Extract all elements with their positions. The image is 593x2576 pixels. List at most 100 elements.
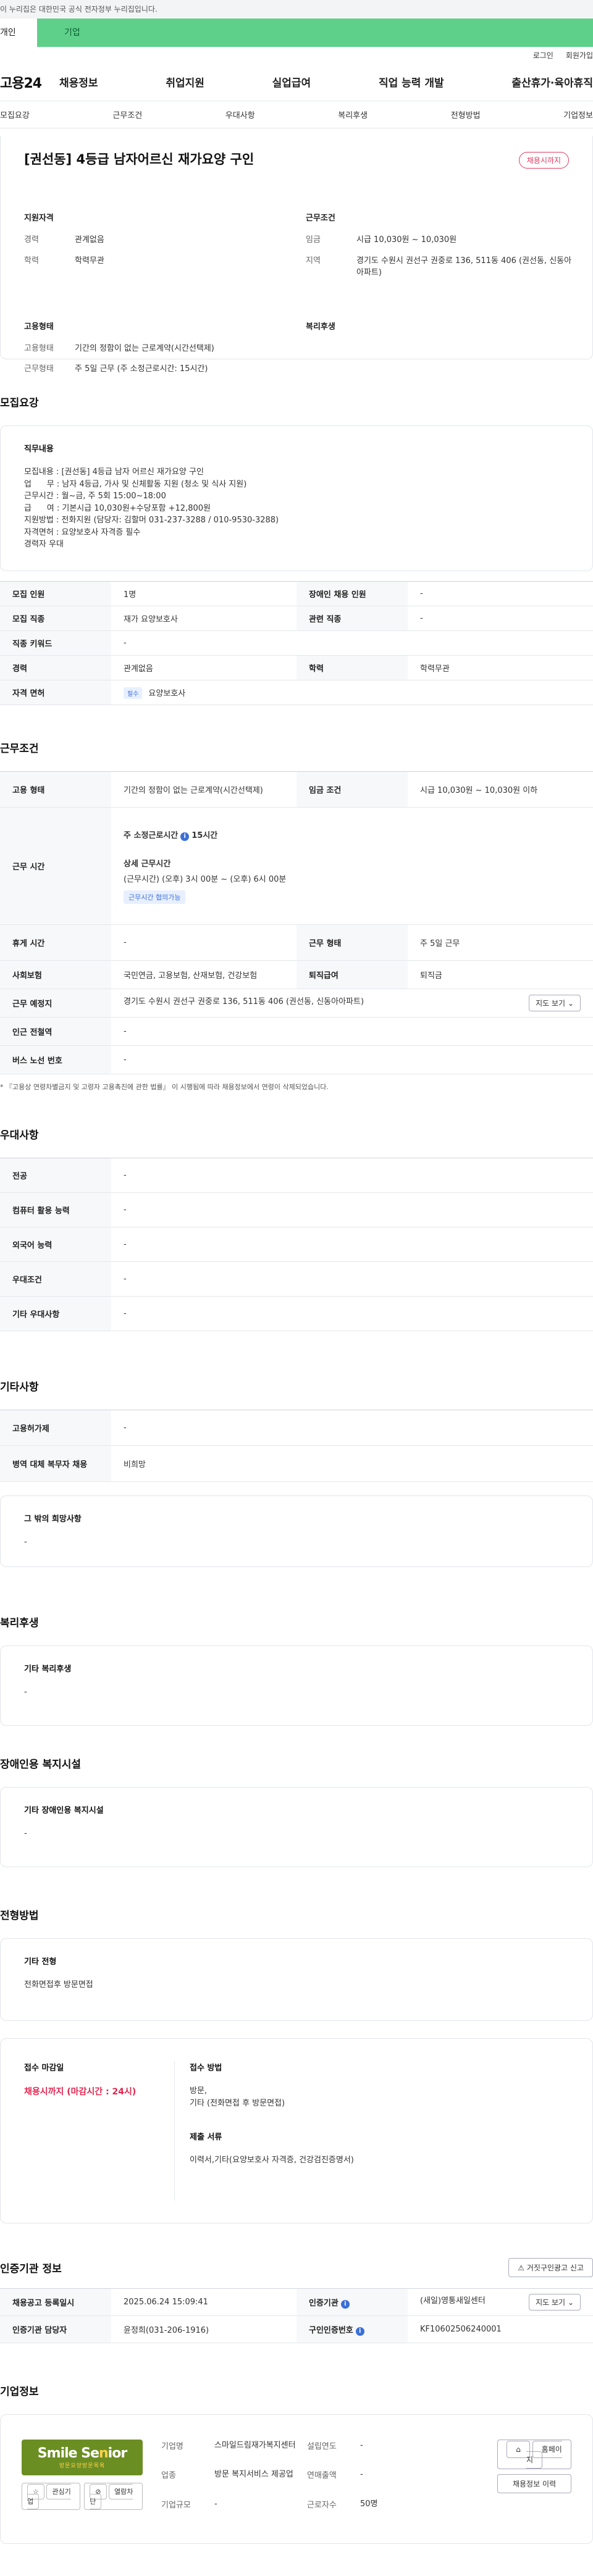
keyword-label: 직종 키워드 [0,630,111,656]
gnb-item-maternity-leave[interactable]: 출산휴가·육아휴직 [511,74,593,90]
workplace-cell: 경기도 수원시 권선구 권중로 136, 511동 406 (권선동, 신동아아… [111,989,593,1018]
pref-computer-label: 컴퓨터 활용 능력 [0,1192,111,1227]
summary-cond-heading: 근무조건 [306,214,335,223]
pref-other-value: - [111,1296,593,1331]
gnb-item-jobs[interactable]: 채용정보 [59,74,98,90]
homepage-label: 홈페이지 [526,2441,562,2469]
recruit-table: 모집 인원 1명 장애인 채용 인원 - 모집 직종 재가 요양보호사 관련 직… [0,581,593,705]
site-logo[interactable]: 고용24 [0,72,59,92]
report-false-ad-button[interactable]: ⚠ 거짓구인광고 신고 [508,2258,593,2277]
conditions-table: 고용 형태 기간의 정함이 없는 근로계약(시간선택제) 임금 조건 시급 10… [0,771,593,1074]
gnb-item-employment-support[interactable]: 취업지원 [166,74,204,90]
map-view-label: 지도 보기 [536,999,566,1008]
license-cell: 필수 요양보호사 [111,680,593,705]
tab-company[interactable]: 기업 [37,19,593,47]
workplace-value: 경기도 수원시 권선구 권중로 136, 511동 406 (권선동, 신동아아… [124,997,364,1006]
anchor-selection[interactable]: 전형방법 [451,109,481,120]
cert-contact-label: 인증기관 담당자 [0,2315,111,2343]
hours-main-label: 주 소정근로시간 [124,830,179,840]
gnb-item-unemployment-benefit[interactable]: 실업급여 [272,74,311,90]
sales-label: 연매출액 [307,2471,337,2481]
chevron-down-icon: ⌄ [567,999,574,1008]
table-row: 전공 - [0,1158,593,1193]
summary-welfare: 복리후생 [306,320,573,384]
emp-type-value: 기간의 정함이 없는 근로계약(시간선택제) [111,771,296,808]
cert-map-button[interactable]: 지도 보기 ⌄ [529,2294,581,2310]
insurance-label: 사회보험 [0,960,111,989]
summary-location-value: 경기도 수원시 권선구 권중로 136, 511동 406 (권선동, 신동아아… [356,256,572,278]
favorite-company-button[interactable]: ☆ 관심기업 [22,2483,81,2510]
job-title: [권선동] 4등급 남자어르신 재가요양 구인 [24,152,254,167]
info-icon[interactable]: i [180,832,190,841]
subway-label: 인근 전철역 [0,1017,111,1046]
cert-contact-value: 윤정희(031-206-1916) [111,2315,296,2343]
block-company-button[interactable]: ⊘ 열람차단 [84,2483,143,2510]
related-job-label: 관련 직종 [296,606,408,631]
summary-work-type-value: 주 5일 근무 (주 소정근로시간: 15시간) [75,364,208,374]
work-type-label: 근무 형태 [296,924,408,961]
industry-value: 방문 복지서비스 제공업 [214,2470,293,2480]
report-button-label: 거짓구인광고 신고 [526,2264,584,2272]
company-info-grid: 기업명 스마일드림재가복지센터 설립연도 - 업종 방문 복지서비스 제공업 연… [161,2440,453,2519]
anchor-recruit[interactable]: 모집요강 [0,109,30,120]
cert-table: 채용공고 등록일시 2025.06.24 15:09:41 인증기관 i (새일)… [0,2288,593,2343]
anchor-welfare[interactable]: 복리후생 [338,109,368,120]
facility-heading: 기타 장애인용 복지시설 [24,1806,104,1815]
anchor-conditions[interactable]: 근무조건 [112,109,142,120]
anchor-preference[interactable]: 우대사항 [225,109,255,120]
work-permit-value: - [111,1410,593,1446]
bus-value: - [111,1045,593,1074]
summary-work-type-label: 근무형태 [24,364,54,374]
retirement-value: 퇴직금 [408,960,593,989]
other-selection-card: 기타 전형 전화면접후 방문면접 [0,1938,593,2021]
application-method: 접수 방법 방문, 기타 (전화면접 후 방문면접) 제출 서류 이력서,기타(… [175,2061,354,2201]
company-name-value: 스마일드림재가복지센터 [214,2441,296,2450]
login-link[interactable]: 로그인 [533,50,553,61]
info-icon[interactable]: i [340,2299,350,2309]
company-name-label: 기업명 [161,2442,183,2451]
company-logo-actions: ☆ 관심기업 ⊘ 열람차단 [22,2483,143,2510]
break-label: 휴게 시간 [0,924,111,961]
gov-banner: 이 누리집은 대한민국 공식 전자정부 누리집입니다. [0,0,593,19]
cert-section-title: 인증기관 정보 [0,2263,62,2275]
work-permit-label: 고용허가제 [0,1410,111,1446]
cert-org-label-cell: 인증기관 i [296,2288,408,2316]
table-row: 모집 직종 재가 요양보호사 관련 직종 - [0,606,593,631]
signup-link[interactable]: 회원가입 [566,50,593,61]
work-type-value: 주 5일 근무 [408,924,593,961]
license-value: 요양보호사 [148,688,186,698]
company-card: Smile Senior 방문요양방문목욕 ☆ 관심기업 ⊘ 열람차단 기업명 … [0,2414,593,2544]
facility-section-title: 장애인용 복지시설 [0,1758,82,1771]
summary-employment: 고용형태 고용형태 기간의 정함이 없는 근로계약(시간선택제) 근무형태 주 5일… [24,320,306,384]
method-value: 방문, 기타 (전화면접 후 방문면접) [190,2086,285,2108]
homepage-button[interactable]: ⌂ 홈페이지 [497,2440,571,2469]
pref-computer-value: - [111,1192,593,1227]
emp-type-label: 고용 형태 [0,771,111,808]
anchor-company[interactable]: 기업정보 [563,109,593,120]
method-heading: 접수 방법 [190,2064,222,2073]
table-row: 사회보험 국민연금, 고용보험, 산재보험, 건강보험 퇴직급여 퇴직금 [0,960,593,989]
cert-org-value: (새일)영통새일센터 [420,2296,486,2306]
table-row: 고용허가제 - [0,1410,593,1446]
cert-no-value: KF10602506240001 [408,2315,593,2343]
map-view-button[interactable]: 지도 보기 ⌄ [529,995,581,1011]
bus-label: 버스 노선 번호 [0,1045,111,1074]
info-icon[interactable]: i [355,2327,364,2336]
job-summary-card: [권선동] 4등급 남자어르신 재가요양 구인 채용시까지 지원자격 경력 관계없… [0,136,593,374]
tab-person[interactable]: 개인 [0,19,37,47]
company-logo-text-c: ior [107,2446,128,2461]
summary-wage-value: 시급 10,030원 ~ 10,030원 [356,235,457,245]
table-row: 자격 면허 필수 요양보호사 [0,680,593,705]
table-row: 외국어 능력 - [0,1227,593,1262]
table-row: 인근 전철역 - [0,1017,593,1046]
welfare-heading: 기타 복리후생 [24,1665,72,1674]
keyword-value: - [111,630,593,656]
disabled-hire-value: - [408,581,593,606]
welfare-card: 기타 복리후생 - [0,1646,593,1726]
summary-emp-heading: 고용형태 [24,322,54,332]
required-tag: 필수 [124,687,143,699]
gnb-item-vocational-training[interactable]: 직업 능력 개발 [379,74,444,90]
job-history-button[interactable]: 채용정보 이력 [497,2474,571,2493]
table-row: 병역 대체 복무자 채용 비희망 [0,1445,593,1482]
education-value: 학력무관 [408,655,593,680]
